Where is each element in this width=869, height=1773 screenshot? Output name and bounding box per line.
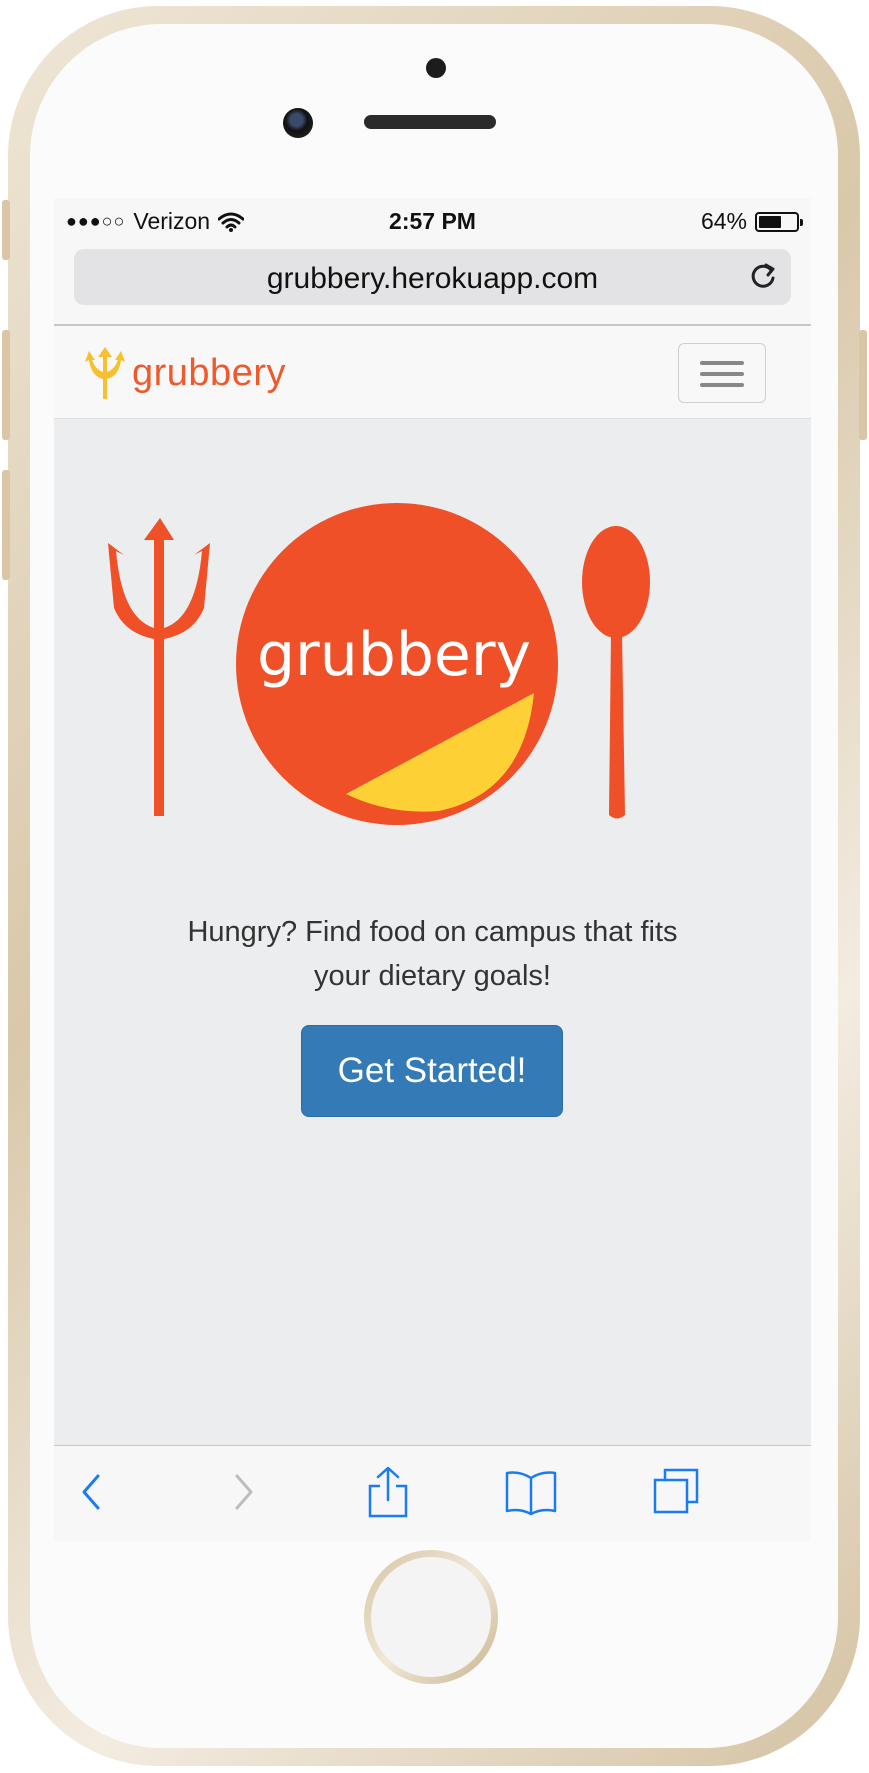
volume-down-button xyxy=(2,470,10,580)
battery-percent: 64% xyxy=(700,208,747,234)
hamburger-menu-button[interactable] xyxy=(678,343,766,403)
forward-icon[interactable] xyxy=(215,1464,271,1520)
hamburger-bar xyxy=(700,372,744,376)
tabs-icon[interactable] xyxy=(648,1464,704,1520)
tagline-line: your dietary goals! xyxy=(314,960,551,992)
trident-logo-icon xyxy=(85,347,125,399)
site-navbar: grubbery xyxy=(54,326,811,419)
bookmarks-icon[interactable] xyxy=(503,1464,559,1520)
share-icon[interactable] xyxy=(360,1464,416,1520)
address-bar[interactable]: grubbery.herokuapp.com xyxy=(74,249,791,305)
phone-screen: ●●●○○ Verizon 2:57 PM 64% grubbery.herok… xyxy=(54,198,811,1541)
tagline-line: Hungry? Find food on campus that fits xyxy=(187,916,678,948)
mute-switch xyxy=(2,200,10,260)
hero-logo: grubbery xyxy=(108,503,650,825)
status-time: 2:57 PM xyxy=(389,208,476,234)
front-sensor xyxy=(426,58,446,78)
browser-address-area: grubbery.herokuapp.com xyxy=(54,244,811,326)
reload-icon[interactable] xyxy=(747,261,779,293)
hamburger-bar xyxy=(700,361,744,365)
brand-link[interactable]: grubbery xyxy=(84,345,286,401)
safari-toolbar xyxy=(54,1445,811,1541)
plate-logo-text: grubbery xyxy=(257,620,531,690)
brand-name: grubbery xyxy=(132,351,286,394)
home-button-face xyxy=(371,1557,491,1677)
spoon-icon xyxy=(582,526,650,638)
front-camera xyxy=(283,108,313,138)
hamburger-bar xyxy=(700,383,744,387)
battery-icon xyxy=(755,211,803,232)
home-button[interactable] xyxy=(364,1550,498,1684)
tagline: Hungry? Find food on campus that fits yo… xyxy=(114,910,751,998)
power-button xyxy=(859,330,867,440)
back-icon[interactable] xyxy=(66,1464,122,1520)
battery-group: 64% xyxy=(700,208,803,235)
battery-level xyxy=(759,215,781,228)
url-text[interactable]: grubbery.herokuapp.com xyxy=(74,262,791,296)
trident-icon xyxy=(108,518,210,816)
volume-up-button xyxy=(2,330,10,440)
get-started-button[interactable]: Get Started! xyxy=(301,1025,563,1117)
earpiece-speaker xyxy=(364,115,496,129)
spoon-handle-icon xyxy=(609,633,625,819)
status-bar: ●●●○○ Verizon 2:57 PM 64% xyxy=(54,198,811,244)
